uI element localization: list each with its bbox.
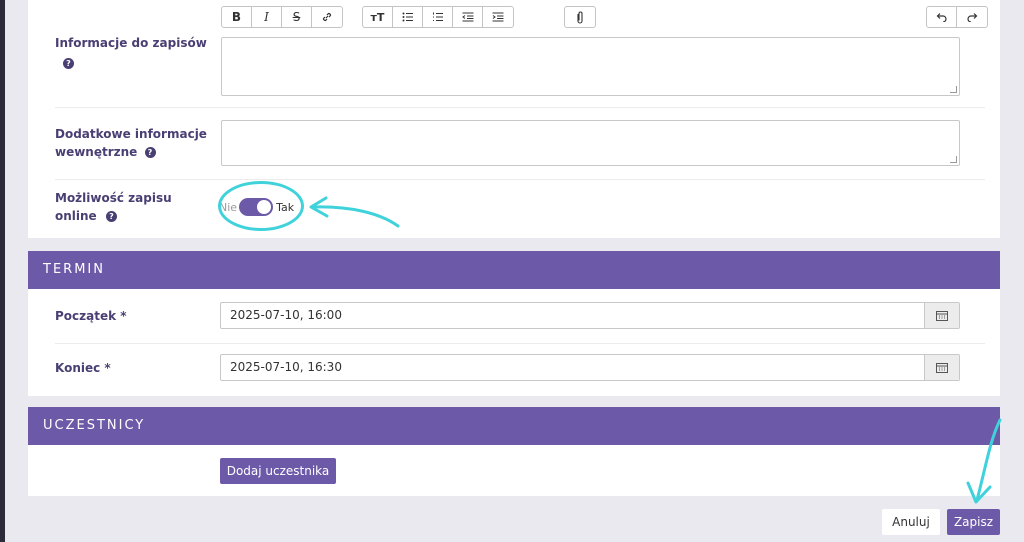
end-date-value: 2025-07-10, 16:30 (230, 360, 342, 374)
participants-card: UCZESTNICY Dodaj uczestnika (28, 407, 1000, 496)
divider (55, 179, 985, 180)
link-icon (322, 12, 332, 22)
calendar-icon (936, 310, 948, 321)
indent-button[interactable] (483, 7, 513, 27)
help-icon[interactable]: ? (105, 211, 117, 222)
add-participant-button[interactable]: Dodaj uczestnika (220, 458, 336, 484)
bullet-list-button[interactable] (393, 7, 423, 27)
online-label: Możliwość zapisu online ? (55, 191, 172, 223)
help-icon[interactable]: ? (63, 58, 74, 69)
divider (55, 343, 985, 344)
bold-button[interactable]: B (222, 7, 252, 27)
link-button[interactable] (312, 7, 342, 27)
info-textarea[interactable] (221, 37, 960, 96)
undo-icon (936, 13, 947, 22)
undo-button[interactable] (927, 7, 957, 27)
numbered-list-icon (432, 12, 443, 21)
italic-button[interactable]: I (252, 7, 282, 27)
help-icon[interactable]: ? (144, 147, 156, 158)
window-edge (0, 0, 5, 542)
details-card: Informacje do zapisów ? B I S тT Dodatko… (28, 0, 1000, 238)
end-label: Koniec * (55, 361, 111, 375)
strike-button[interactable]: S (282, 7, 312, 27)
termin-card: TERMIN Początek * 2025-07-10, 16:00 Koni… (28, 251, 1000, 396)
paragraph-group: тT (362, 6, 514, 28)
paperclip-icon (577, 11, 583, 24)
save-button[interactable]: Zapisz (947, 509, 1000, 535)
attach-button[interactable] (565, 7, 595, 27)
numbered-list-button[interactable] (423, 7, 453, 27)
extra-info-textarea[interactable] (221, 120, 960, 166)
highlight-circle (218, 181, 304, 231)
history-group (926, 6, 988, 28)
start-label: Początek * (55, 309, 127, 323)
redo-icon (966, 13, 977, 22)
outdent-button[interactable] (453, 7, 483, 27)
redo-button[interactable] (957, 7, 987, 27)
indent-icon (492, 12, 504, 22)
calendar-icon (936, 362, 948, 373)
start-calendar-button[interactable] (924, 303, 959, 328)
termin-heading: TERMIN (28, 251, 1000, 289)
resize-grip[interactable] (950, 86, 957, 93)
format-group: B I S (221, 6, 343, 28)
end-calendar-button[interactable] (924, 355, 959, 380)
resize-grip[interactable] (950, 156, 957, 163)
participants-heading: UCZESTNICY (28, 407, 1000, 445)
end-date-input[interactable]: 2025-07-10, 16:30 (220, 354, 960, 381)
divider (55, 107, 985, 108)
start-date-input[interactable]: 2025-07-10, 16:00 (220, 302, 960, 329)
bullet-list-icon (402, 12, 413, 22)
attach-group (564, 6, 596, 28)
outdent-icon (461, 12, 473, 22)
cancel-button[interactable]: Anuluj (882, 509, 940, 535)
text-size-button[interactable]: тT (363, 7, 393, 27)
info-label: Informacje do zapisów ? (55, 36, 207, 69)
extra-info-label: Dodatkowe informacje wewnętrzne ? (55, 127, 207, 159)
start-date-value: 2025-07-10, 16:00 (230, 308, 342, 322)
